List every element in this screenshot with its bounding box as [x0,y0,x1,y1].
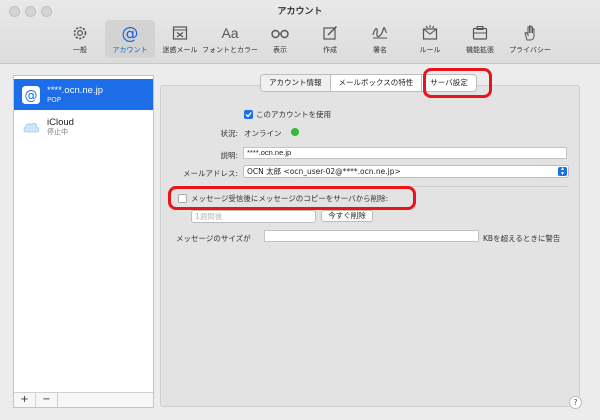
delete-now-button[interactable]: 今すぐ削除 [321,210,373,222]
enable-account-checkbox[interactable] [244,110,253,119]
svg-text:@: @ [122,24,139,43]
delete-period-select[interactable]: 1週間後 [191,210,316,223]
remove-account-button[interactable]: − [36,393,58,407]
font-glyph: Aa [221,25,239,41]
select-stepper-icon: ▴ ▾ [558,166,567,176]
add-account-button[interactable]: + [14,393,36,407]
toolbar-label: 署名 [373,46,387,54]
highlight-delete-copy [168,186,416,210]
status-label: 状況: [220,129,238,138]
toolbar-rules[interactable]: ルール [405,20,455,58]
enable-account-label: このアカウントを使用 [256,110,331,119]
svg-text:@: @ [25,88,38,103]
signature-icon [370,23,390,43]
at-icon: @ [120,23,140,43]
toolbar-label: プライバシー [509,46,551,54]
preferences-toolbar: 一般 @ アカウント 迷惑メール Aa フォントとカラー 表示 作成 署名 ルー… [55,20,555,60]
junk-icon [170,23,190,43]
cloud-icon [22,118,40,136]
toolbar-label: 作成 [323,46,337,54]
accounts-list: @ ****.ocn.ne.jp POP iCloud 停止中 + − [13,75,154,408]
toolbar-label: フォントとカラー [202,46,258,54]
account-name: ****.ocn.ne.jp [47,84,103,96]
privacy-hand-icon [520,23,540,43]
email-address-value: OCN 太郎 <ocn_user-02@****.ocn.ne.jp> [247,167,401,176]
email-address-label: メールアドレス: [182,169,238,178]
tab-account-info[interactable]: アカウント情報 [261,75,331,91]
tab-mailbox-behaviors[interactable]: メールボックスの特性 [331,75,423,91]
font-icon: Aa [220,23,240,43]
window-title: アカウント [277,7,323,17]
account-type: POP [47,95,61,104]
gear-icon [70,23,90,43]
extensions-icon [470,23,490,43]
status-value: オンライン [244,129,282,138]
toolbar-label: 表示 [273,46,287,54]
account-item-ocn[interactable]: @ ****.ocn.ne.jp POP [14,79,153,110]
toolbar-general[interactable]: 一般 [55,20,105,58]
account-status: 停止中 [47,127,68,136]
highlight-server-settings [423,68,492,98]
message-size-suffix: KBを超えるときに警告 [483,234,561,243]
window-titlebar: アカウント 一般 @ アカウント 迷惑メール Aa フォントとカラー 表示 作成… [0,0,600,64]
online-status-dot [291,128,299,136]
toolbar-label: 迷惑メール [162,46,198,54]
help-button[interactable]: ? [569,396,582,409]
description-label: 説明: [220,151,238,160]
toolbar-signatures[interactable]: 署名 [355,20,405,58]
toolbar-label: 一般 [73,46,87,54]
at-icon: @ [22,85,40,104]
toolbar-label: ルール [419,46,441,54]
account-name: iCloud [47,116,74,128]
toolbar-extensions[interactable]: 機能拡張 [455,20,505,58]
message-size-label: メッセージのサイズが [176,234,251,243]
toolbar-junk-mail[interactable]: 迷惑メール [155,20,205,58]
message-size-field[interactable] [264,230,479,242]
toolbar-viewing[interactable]: 表示 [255,20,305,58]
toolbar-privacy[interactable]: プライバシー [505,20,555,58]
rules-icon [420,23,440,43]
toolbar-label: 機能拡張 [466,46,494,54]
toolbar-fonts-colors[interactable]: Aa フォントとカラー [202,20,258,58]
toolbar-label: アカウント [112,46,148,54]
delete-period-value: 1週間後 [195,212,223,221]
account-list-controls: + − [14,392,153,407]
toolbar-accounts[interactable]: @ アカウント [105,20,155,58]
account-item-icloud[interactable]: iCloud 停止中 [14,111,153,142]
compose-icon [320,23,340,43]
glasses-icon [270,23,290,43]
description-field[interactable]: ****.ocn.ne.jp [243,147,567,159]
toolbar-composing[interactable]: 作成 [305,20,355,58]
email-address-select[interactable]: OCN 太郎 <ocn_user-02@****.ocn.ne.jp> ▴ ▾ [243,165,569,178]
